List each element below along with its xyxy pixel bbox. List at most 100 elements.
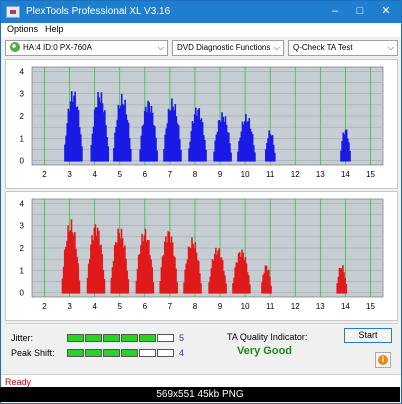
menu-options[interactable]: Options (7, 24, 38, 34)
bottom-x-tick-label: 6 (143, 302, 148, 311)
test-select-value: Q-Check TA Test (293, 43, 353, 52)
minimize-icon[interactable]: – (328, 4, 342, 19)
info-button[interactable]: i (375, 352, 391, 368)
top-bar (274, 152, 276, 162)
bottom-bar (225, 283, 227, 294)
chart-bottom-svg: 012342 3 4 5 6 7 8 9 10 11 12 13 14 15 (20, 198, 384, 311)
chart-bottom: 0 1 2 3 4 2 3 4 5 6 7 8 9 10 11 12 13 14 15 (5, 191, 398, 321)
bottom-bar (78, 280, 81, 294)
bottom-x-tick-label: 15 (366, 302, 375, 311)
bottom-bar (249, 284, 251, 294)
top-bar (230, 152, 232, 162)
meter-segment (139, 349, 156, 357)
peak-shift-meter (67, 349, 175, 357)
top-x-tick-label: 5 (118, 170, 123, 179)
ta-quality-label: TA Quality Indicator: (227, 332, 308, 342)
top-x-tick-label: 14 (341, 170, 350, 179)
bottom-x-tick-label: 2 (42, 302, 47, 311)
jitter-value: 5 (179, 333, 185, 343)
meter-segment (85, 334, 102, 342)
bottom-x-tick-label: 7 (168, 302, 173, 311)
chevron-down-icon: ⌵ (157, 43, 164, 52)
top-x-tick-label: 8 (193, 170, 198, 179)
top-x-tick-label: 13 (316, 170, 325, 179)
drive-icon (10, 42, 20, 52)
bottom-bar (127, 279, 130, 294)
bottom-y-tick-label: 3 (20, 222, 25, 231)
maximize-icon[interactable]: □ (353, 4, 367, 19)
drive-select[interactable]: HA:4 ID:0 PX-760A ⌵ (5, 40, 168, 56)
top-bar (349, 150, 351, 162)
info-icon: i (378, 355, 388, 365)
jitter-meter (67, 334, 175, 342)
function-select[interactable]: DVD Diagnostic Functions ⌵ (172, 40, 284, 56)
bottom-x-tick-label: 4 (92, 302, 97, 311)
test-select[interactable]: Q-Check TA Test ⌵ (288, 40, 398, 56)
top-bar (129, 149, 132, 162)
bottom-bar (270, 285, 272, 294)
meter-segment (67, 349, 84, 357)
close-icon[interactable]: ✕ (379, 4, 393, 19)
chart-top: 0 1 2 3 4 2 3 4 5 6 7 8 9 10 11 12 13 14 15 (5, 59, 398, 189)
bottom-y-tick-label: 2 (20, 244, 25, 253)
top-x-tick-label: 15 (366, 170, 375, 179)
meter-segment (103, 349, 120, 357)
start-button[interactable]: Start (344, 328, 392, 343)
top-bar (156, 150, 158, 162)
meter-segment (85, 349, 102, 357)
toolbar: HA:4 ID:0 PX-760A ⌵ DVD Diagnostic Funct… (1, 38, 401, 58)
top-y-tick-label: 2 (20, 112, 25, 121)
bottom-x-tick-label: 8 (193, 302, 198, 311)
top-bar (205, 149, 207, 162)
meter-segment (157, 334, 174, 342)
top-x-tick-label: 2 (42, 170, 47, 179)
bottom-y-tick-label: 4 (20, 199, 25, 208)
bottom-x-tick-label: 3 (67, 302, 72, 311)
meter-segment (139, 334, 156, 342)
app-window: PlexTools Professional XL V3.16 – □ ✕ Op… (0, 0, 402, 404)
top-bar (180, 150, 182, 162)
top-bar (254, 152, 256, 162)
top-x-tick-label: 7 (168, 170, 173, 179)
menu-bar: Options Help (1, 23, 401, 37)
bottom-bar (200, 283, 202, 294)
top-x-tick-label: 6 (143, 170, 148, 179)
image-caption: 569x551 45kb PNG (0, 387, 400, 402)
bottom-x-tick-label: 9 (218, 302, 223, 311)
bottom-y-tick-label: 1 (20, 266, 25, 275)
top-x-tick-label: 4 (92, 170, 97, 179)
menu-help[interactable]: Help (45, 24, 64, 34)
top-bar (81, 146, 83, 162)
app-icon (6, 6, 20, 18)
drive-select-value: HA:4 ID:0 PX-760A (23, 43, 92, 52)
chevron-down-icon: ⌵ (387, 43, 394, 52)
peak-shift-value: 4 (179, 348, 185, 358)
bottom-bar (345, 284, 348, 294)
bottom-x-tick-label: 13 (316, 302, 325, 311)
top-x-tick-label: 11 (266, 170, 275, 179)
results-panel: Jitter: 5 Peak Shift: 4 TA Quality Indic… (5, 323, 398, 371)
peak-shift-label: Peak Shift: (11, 348, 55, 358)
bottom-x-tick-label: 11 (266, 302, 275, 311)
top-bar (107, 146, 110, 162)
chart-top-svg: 012342 3 4 5 6 7 8 9 10 11 12 13 14 15 (20, 66, 384, 179)
jitter-label: Jitter: (11, 333, 34, 343)
bottom-x-tick-label: 12 (291, 302, 300, 311)
bottom-bar (176, 282, 178, 294)
status-bar: Ready (1, 374, 401, 388)
top-x-tick-label: 12 (291, 170, 300, 179)
top-y-tick-label: 4 (20, 67, 25, 76)
function-select-value: DVD Diagnostic Functions (177, 43, 271, 52)
meter-segment (67, 334, 84, 342)
top-y-tick-label: 3 (20, 90, 25, 99)
window-title: PlexTools Professional XL V3.16 (26, 6, 171, 17)
bottom-y-tick-label: 0 (20, 289, 25, 298)
chevron-down-icon: ⌵ (273, 43, 280, 52)
top-x-tick-label: 10 (241, 170, 250, 179)
bottom-bar (152, 282, 155, 294)
bottom-bar (103, 279, 106, 294)
top-y-tick-label: 0 (20, 157, 25, 166)
top-x-tick-label: 3 (67, 170, 72, 179)
title-bar: PlexTools Professional XL V3.16 – □ ✕ (1, 1, 401, 23)
top-y-tick-label: 1 (20, 134, 25, 143)
